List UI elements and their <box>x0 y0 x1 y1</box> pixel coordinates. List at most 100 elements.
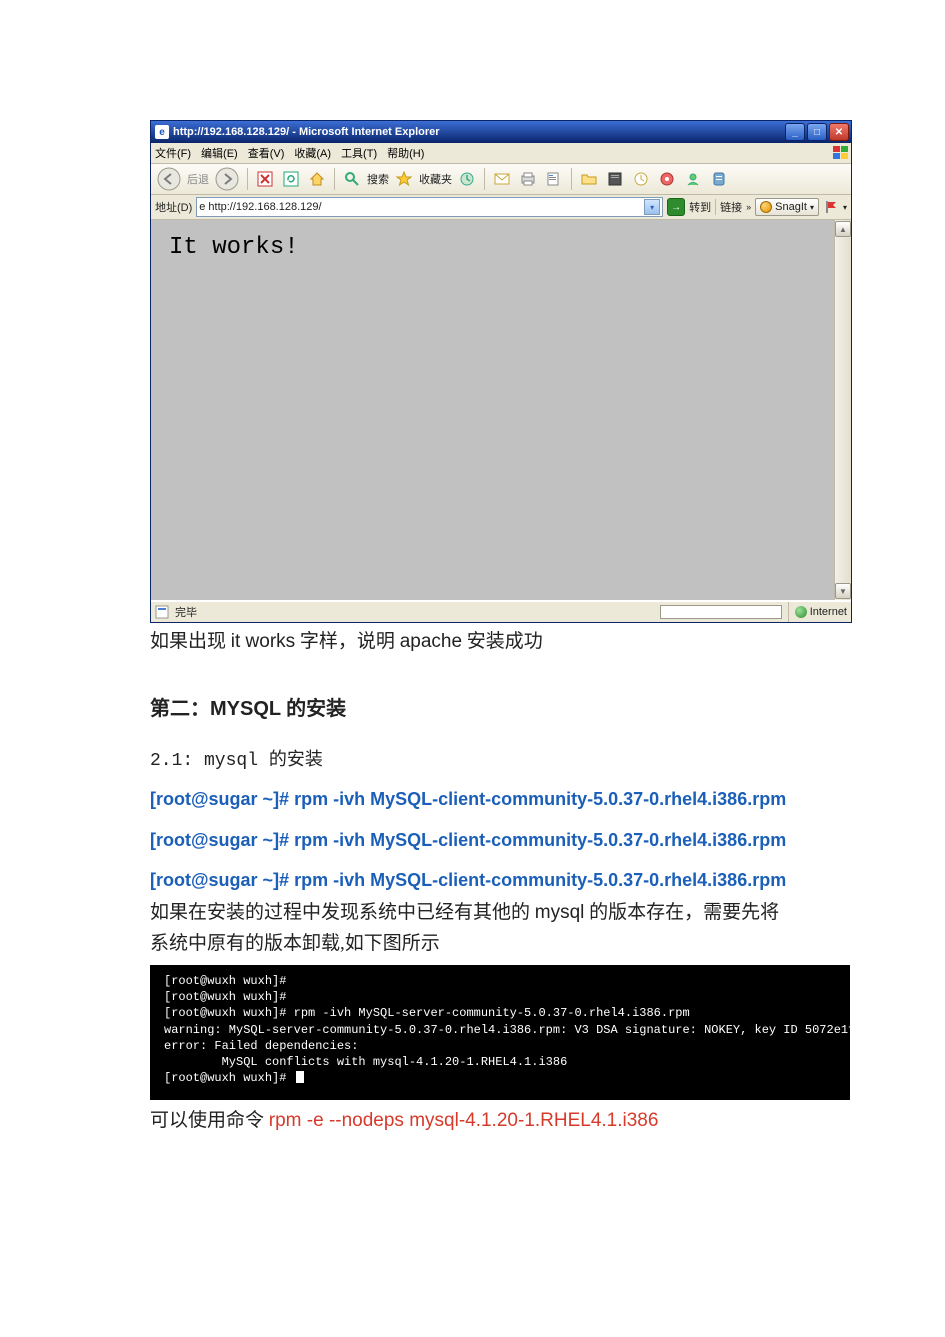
ie-statusbar: 完毕 Internet <box>151 600 851 622</box>
back-button[interactable] <box>155 165 183 193</box>
ie-menubar: 文件(F) 编辑(E) 查看(V) 收藏(A) 工具(T) 帮助(H) <box>151 143 851 164</box>
security-zone: Internet <box>788 602 847 622</box>
folder-icon[interactable] <box>578 168 600 190</box>
text: 字样，说明 <box>295 631 400 652</box>
toolbar-divider <box>247 168 248 190</box>
address-dropdown-icon[interactable]: ▾ <box>644 199 660 215</box>
section-title-mysql: 第二：MYSQL 的安装 <box>150 693 795 725</box>
flag-icon[interactable] <box>823 199 839 215</box>
snagit-dropdown-icon[interactable]: ▾ <box>810 203 814 212</box>
links-label[interactable]: 链接 <box>720 199 742 215</box>
links-chevron-icon[interactable]: » <box>746 202 751 212</box>
menu-edit[interactable]: 编辑(E) <box>201 145 238 161</box>
favorites-icon[interactable] <box>393 168 415 190</box>
maximize-button[interactable]: □ <box>807 123 827 141</box>
forward-button[interactable] <box>213 165 241 193</box>
clock-icon[interactable] <box>630 168 652 190</box>
menu-tools[interactable]: 工具(T) <box>341 145 377 161</box>
terminal-line: [root@wuxh wuxh]# <box>164 1071 294 1085</box>
snagit-button[interactable]: SnagIt ▾ <box>755 198 819 216</box>
page-heading: It works! <box>169 234 816 261</box>
menu-file[interactable]: 文件(F) <box>155 145 191 161</box>
text: 可以使用命令 <box>150 1110 269 1131</box>
mail-icon[interactable] <box>491 168 513 190</box>
ie-viewport: It works! ▲ ▼ <box>151 220 851 600</box>
text: 第二： <box>150 698 210 720</box>
ie-title-text: http://192.168.128.129/ - Microsoft Inte… <box>173 126 440 138</box>
text: MYSQL <box>210 698 281 720</box>
print-icon[interactable] <box>517 168 539 190</box>
address-label: 地址(D) <box>155 199 192 215</box>
minimize-button[interactable]: _ <box>785 123 805 141</box>
text: 的安装 <box>281 698 346 720</box>
document-page: e http://192.168.128.129/ - Microsoft In… <box>0 0 945 1217</box>
back-label: 后退 <box>187 171 209 187</box>
toolbox-icon[interactable] <box>604 168 626 190</box>
footer-line: 可以使用命令 rpm -e --nodeps mysql-4.1.20-1.RH… <box>150 1106 795 1136</box>
ie-titlebar: e http://192.168.128.129/ - Microsoft In… <box>151 121 851 143</box>
terminal-line: warning: MySQL-server-community-5.0.37-0… <box>164 1023 863 1037</box>
research-icon[interactable] <box>708 168 730 190</box>
text: 如果在安装的过程中发现系统中已经有其他的 <box>150 902 535 923</box>
ie-address-bar: 地址(D) e http://192.168.128.129/ ▾ → 转到 链… <box>151 195 851 220</box>
ie-window: e http://192.168.128.129/ - Microsoft In… <box>150 120 852 623</box>
page-icon: e <box>199 201 205 213</box>
menu-fav[interactable]: 收藏(A) <box>294 145 331 161</box>
go-label: 转到 <box>689 199 711 215</box>
menu-help[interactable]: 帮助(H) <box>387 145 424 161</box>
cursor-icon <box>296 1071 304 1083</box>
command-line-1: [root@sugar ~]# rpm -ivh MySQL-client-co… <box>150 787 795 811</box>
snagit-icon <box>760 201 772 213</box>
progress-bar <box>660 605 782 619</box>
edit-icon[interactable] <box>543 168 565 190</box>
ie-rendered-page: It works! <box>151 220 834 600</box>
toolbar-divider <box>484 168 485 190</box>
terminal-line: MySQL conflicts with mysql-4.1.20-1.RHEL… <box>164 1055 567 1069</box>
terminal-line: [root@wuxh wuxh]# <box>164 990 286 1004</box>
window-controls: _ □ ✕ <box>785 123 851 141</box>
search-icon[interactable] <box>341 168 363 190</box>
status-text: 完毕 <box>175 604 197 620</box>
command-line-2: [root@sugar ~]# rpm -ivh MySQL-client-co… <box>150 828 795 852</box>
terminal-output: [root@wuxh wuxh]# [root@wuxh wuxh]# [roo… <box>150 965 850 1100</box>
media-icon[interactable] <box>656 168 678 190</box>
vertical-scrollbar[interactable]: ▲ ▼ <box>834 220 851 600</box>
terminal-line: error: Failed dependencies: <box>164 1039 358 1053</box>
page-status-icon <box>155 605 169 619</box>
scroll-down-icon[interactable]: ▼ <box>835 583 851 599</box>
paragraph-uninstall-note: 如果在安装的过程中发现系统中已经有其他的 mysql 的版本存在，需要先将系统中… <box>150 898 795 959</box>
ie-page-icon: e <box>155 125 169 139</box>
home-button[interactable] <box>306 168 328 190</box>
flag-dropdown-icon[interactable]: ▾ <box>843 203 847 212</box>
globe-icon <box>795 606 807 618</box>
history-icon[interactable] <box>456 168 478 190</box>
command-text: rpm -e --nodeps mysql-4.1.20-1.RHEL4.1.i… <box>269 1110 659 1131</box>
toolbar-divider <box>334 168 335 190</box>
go-button[interactable]: → <box>667 198 685 216</box>
stop-button[interactable] <box>254 168 276 190</box>
terminal-line: [root@wuxh wuxh]# <box>164 974 286 988</box>
address-url: http://192.168.128.129/ <box>208 201 321 213</box>
text: 如果出现 <box>150 631 231 652</box>
windows-logo-icon <box>831 145 851 161</box>
search-label: 搜索 <box>367 171 389 187</box>
messenger-icon[interactable] <box>682 168 704 190</box>
snagit-label: SnagIt <box>775 201 807 213</box>
refresh-button[interactable] <box>280 168 302 190</box>
text: apache <box>400 631 462 652</box>
text: it works <box>231 631 295 652</box>
scroll-up-icon[interactable]: ▲ <box>835 221 851 237</box>
address-input[interactable]: e http://192.168.128.129/ ▾ <box>196 197 663 217</box>
favorites-label: 收藏夹 <box>419 171 452 187</box>
toolbar-divider <box>571 168 572 190</box>
terminal-line: [root@wuxh wuxh]# rpm -ivh MySQL-server-… <box>164 1006 690 1020</box>
text: mysql <box>535 902 585 923</box>
subsection-title: 2.1: mysql 的安装 <box>150 745 795 771</box>
zone-label: Internet <box>810 606 847 618</box>
close-button[interactable]: ✕ <box>829 123 849 141</box>
menu-view[interactable]: 查看(V) <box>248 145 285 161</box>
command-line-3: [root@sugar ~]# rpm -ivh MySQL-client-co… <box>150 868 795 892</box>
ie-toolbar: 后退 搜索 收藏夹 <box>151 164 851 195</box>
caption-apache: 如果出现 it works 字样，说明 apache 安装成功 <box>150 627 795 657</box>
text: 安装成功 <box>462 631 543 652</box>
